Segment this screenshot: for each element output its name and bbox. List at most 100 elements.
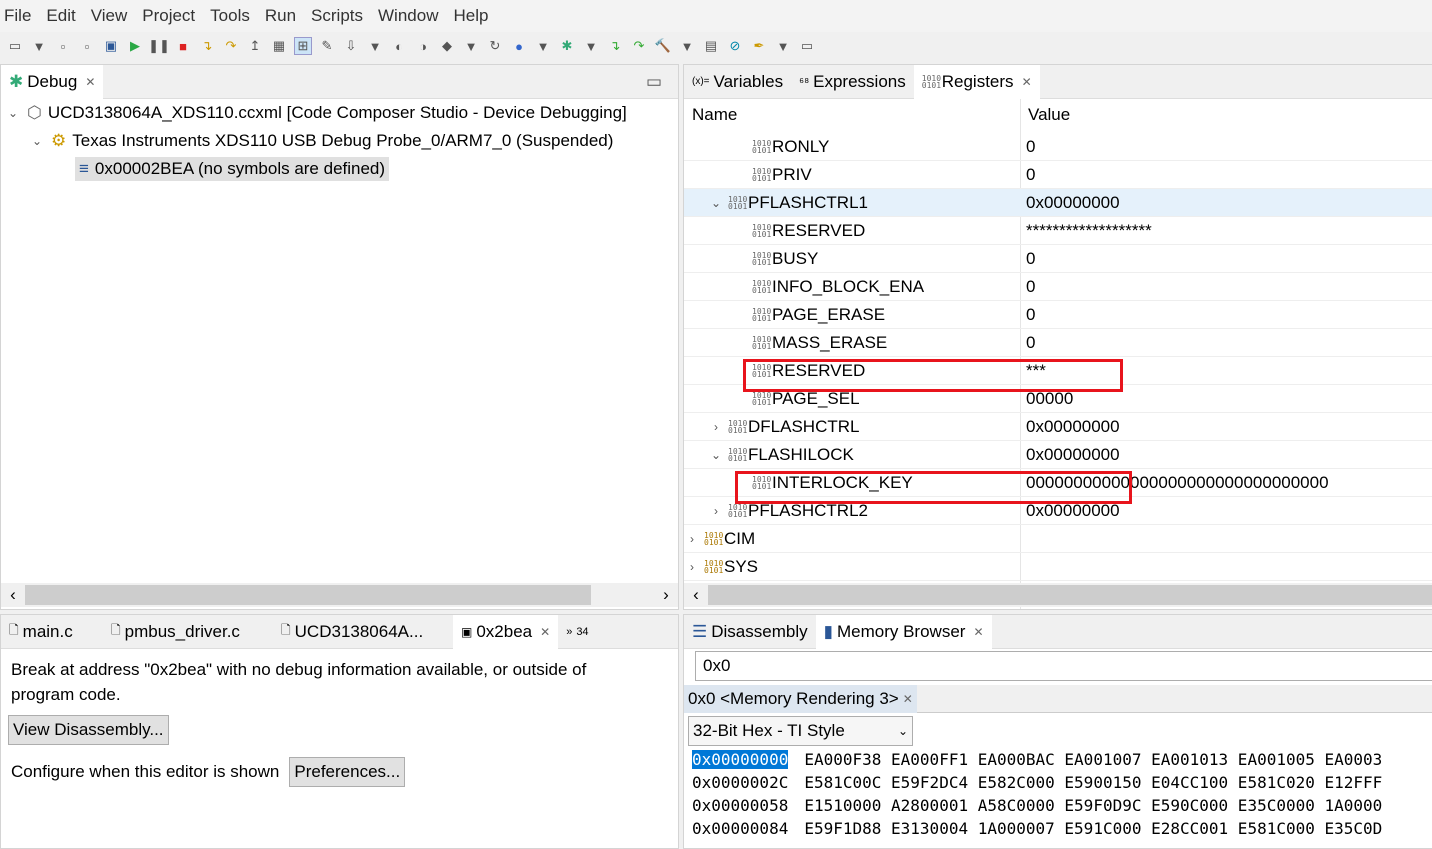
menu-file[interactable]: File [4, 6, 31, 26]
tab-memory-rendering[interactable]: 0x0 <Memory Rendering 3> ✕ [684, 685, 917, 713]
register-row[interactable]: 1010 0101 PRIV 0 [684, 161, 1432, 189]
tree-frame[interactable]: ≡ 0x00002BEA (no symbols are defined) [1, 155, 678, 183]
search-icon[interactable]: ⊘ [726, 37, 744, 55]
chevron-down-icon[interactable]: ⌄ [29, 134, 45, 148]
preferences-button[interactable]: Preferences... [289, 757, 406, 787]
dropdown-icon[interactable]: ▼ [30, 37, 48, 55]
build-icon[interactable]: 🔨 [654, 37, 672, 55]
tab-memory-browser[interactable]: ▮ Memory Browser ✕ [815, 615, 992, 649]
step-over-icon[interactable]: ↷ [222, 37, 240, 55]
step-over-green-icon[interactable]: ↷ [630, 37, 648, 55]
dropdown-icon[interactable]: ▼ [774, 37, 792, 55]
menu-tools[interactable]: Tools [210, 6, 250, 26]
memory-row[interactable]: 0x00000084 E59F1D88 E3130004 1A000007 E59… [692, 819, 1432, 842]
connect-icon[interactable]: ✎ [318, 37, 336, 55]
menu-edit[interactable]: Edit [46, 6, 75, 26]
chevron-down-icon[interactable]: ⌄ [708, 448, 724, 462]
step-return-icon[interactable]: ↥ [246, 37, 264, 55]
load-icon[interactable]: ⇩ [342, 37, 360, 55]
column-header-value[interactable]: Value [1028, 105, 1070, 125]
step-into-green-icon[interactable]: ↴ [606, 37, 624, 55]
register-icon: 1010 0101 [728, 194, 748, 211]
debug-icon[interactable]: ✱ [558, 37, 576, 55]
menu-scripts[interactable]: Scripts [311, 6, 363, 26]
tree-probe[interactable]: ⌄ ⚙ Texas Instruments XDS110 USB Debug Pro… [1, 127, 678, 155]
register-row[interactable]: 1010 0101 PAGE_ERASE 0 [684, 301, 1432, 329]
tab-debug[interactable]: ✱ Debug ✕ [1, 65, 104, 99]
menu-window[interactable]: Window [378, 6, 438, 26]
console-icon[interactable]: ▤ [702, 37, 720, 55]
menu-help[interactable]: Help [453, 6, 488, 26]
register-row[interactable]: ⌄ 1010 0101 PFLASHCTRL1 0x00000000 [684, 189, 1432, 217]
rendering-format-select[interactable]: 32-Bit Hex - TI Style ⌄ [688, 716, 913, 746]
reset-icon[interactable]: ◐ [390, 37, 408, 55]
tab-expressions[interactable]: ⁶⁸ Expressions [791, 65, 914, 99]
tab-0x2bea[interactable]: ▣ 0x2bea ✕ [453, 615, 559, 649]
register-icon: 1010 0101 [752, 166, 772, 183]
save-all-icon[interactable]: ▫ [78, 37, 96, 55]
chevron-down-icon[interactable]: ⌄ [708, 196, 724, 210]
grid-icon[interactable]: ▦ [270, 37, 288, 55]
view-disassembly-button[interactable]: View Disassembly... [8, 715, 169, 745]
restart-icon[interactable]: ◑ [414, 37, 432, 55]
menu-project[interactable]: Project [142, 6, 195, 26]
chevron-right-icon[interactable]: › [684, 560, 700, 574]
step-into-icon[interactable]: ↴ [198, 37, 216, 55]
tab-disassembly[interactable]: ☰ Disassembly [684, 615, 816, 649]
close-icon[interactable]: ✕ [903, 692, 913, 706]
close-icon[interactable]: ✕ [540, 625, 550, 639]
chevron-down-icon[interactable]: ⌄ [5, 106, 21, 120]
menu-run[interactable]: Run [265, 6, 296, 26]
dropdown-icon[interactable]: ▼ [462, 37, 480, 55]
chevron-right-icon[interactable]: › [708, 504, 724, 518]
pen-icon[interactable]: ✒ [750, 37, 768, 55]
new-icon[interactable]: ▭ [6, 37, 24, 55]
tab-overflow[interactable]: » 34 [558, 615, 596, 649]
menu-view[interactable]: View [91, 6, 128, 26]
save-icon[interactable]: ▫ [54, 37, 72, 55]
terminate-icon[interactable]: ■ [174, 37, 192, 55]
dropdown-icon[interactable]: ▼ [366, 37, 384, 55]
breakpoint-icon[interactable]: ● [510, 37, 528, 55]
register-row[interactable]: 1010 0101 RESERVED ******************* [684, 217, 1432, 245]
memory-address-input[interactable]: 0x0 [695, 651, 1432, 681]
memory-row[interactable]: 0x00000058 E1510000 A2800001 A58C0000 E59… [692, 796, 1432, 819]
close-icon[interactable]: ✕ [85, 75, 95, 89]
refresh-icon[interactable]: ↻ [486, 37, 504, 55]
close-icon[interactable]: ✕ [973, 625, 983, 639]
register-row[interactable]: › 1010 0101 CIM [684, 525, 1432, 553]
memory-row[interactable]: 0x00000000 EA000F38 EA000FF1 EA000BAC EA0… [692, 750, 1432, 773]
tab-registers[interactable]: 1010 0101 Registers ✕ [913, 65, 1040, 99]
register-row[interactable]: 1010 0101 RONLY 0 [684, 133, 1432, 161]
instruction-step-icon[interactable]: ⊞ [294, 37, 312, 55]
memory-words: E581C00C E59F2DC4 E582C000 E5900150 E04C… [804, 773, 1383, 792]
tab-variables[interactable]: (x)= Variables [684, 65, 791, 99]
register-group-icon: 1010 0101 [704, 558, 724, 575]
tab-main-c[interactable]: 🗋 main.c [1, 615, 103, 649]
register-row[interactable]: 1010 0101 INFO_BLOCK_ENA 0 [684, 273, 1432, 301]
chip-icon[interactable]: ◆ [438, 37, 456, 55]
register-row[interactable]: › 1010 0101 SYS [684, 553, 1432, 581]
chevron-right-icon[interactable]: › [708, 420, 724, 434]
tree-session[interactable]: ⌄ ⬡ UCD3138064A_XDS110.ccxml [Code Compose… [1, 99, 678, 127]
suspend-icon[interactable]: ❚❚ [148, 37, 170, 55]
dropdown-icon[interactable]: ▼ [582, 37, 600, 55]
register-row[interactable]: 1010 0101 MASS_ERASE 0 [684, 329, 1432, 357]
terminal-icon[interactable]: ▣ [102, 37, 120, 55]
column-header-name[interactable]: Name [692, 105, 737, 125]
minimize-icon[interactable]: ▭ [646, 72, 662, 92]
memory-row[interactable]: 0x0000002C E581C00C E59F2DC4 E582C000 E59… [692, 773, 1432, 796]
register-row[interactable]: 1010 0101 BUSY 0 [684, 245, 1432, 273]
open-perspective-icon[interactable]: ▭ [798, 37, 816, 55]
close-icon[interactable]: ✕ [1022, 75, 1032, 89]
horizontal-scrollbar[interactable]: ‹ › [1, 583, 678, 607]
register-row[interactable]: ⌄ 1010 0101 FLASHILOCK 0x00000000 [684, 441, 1432, 469]
dropdown-icon[interactable]: ▼ [678, 37, 696, 55]
chevron-right-icon[interactable]: › [684, 532, 700, 546]
tab-pmbus-driver[interactable]: 🗋 pmbus_driver.c [103, 615, 273, 649]
register-row[interactable]: › 1010 0101 DFLASHCTRL 0x00000000 [684, 413, 1432, 441]
dropdown-icon[interactable]: ▼ [534, 37, 552, 55]
tab-ucd-ccxml[interactable]: 🗋 UCD3138064A... [273, 615, 453, 649]
resume-icon[interactable]: ▶ [126, 37, 144, 55]
horizontal-scrollbar[interactable]: ‹ [684, 583, 1432, 607]
